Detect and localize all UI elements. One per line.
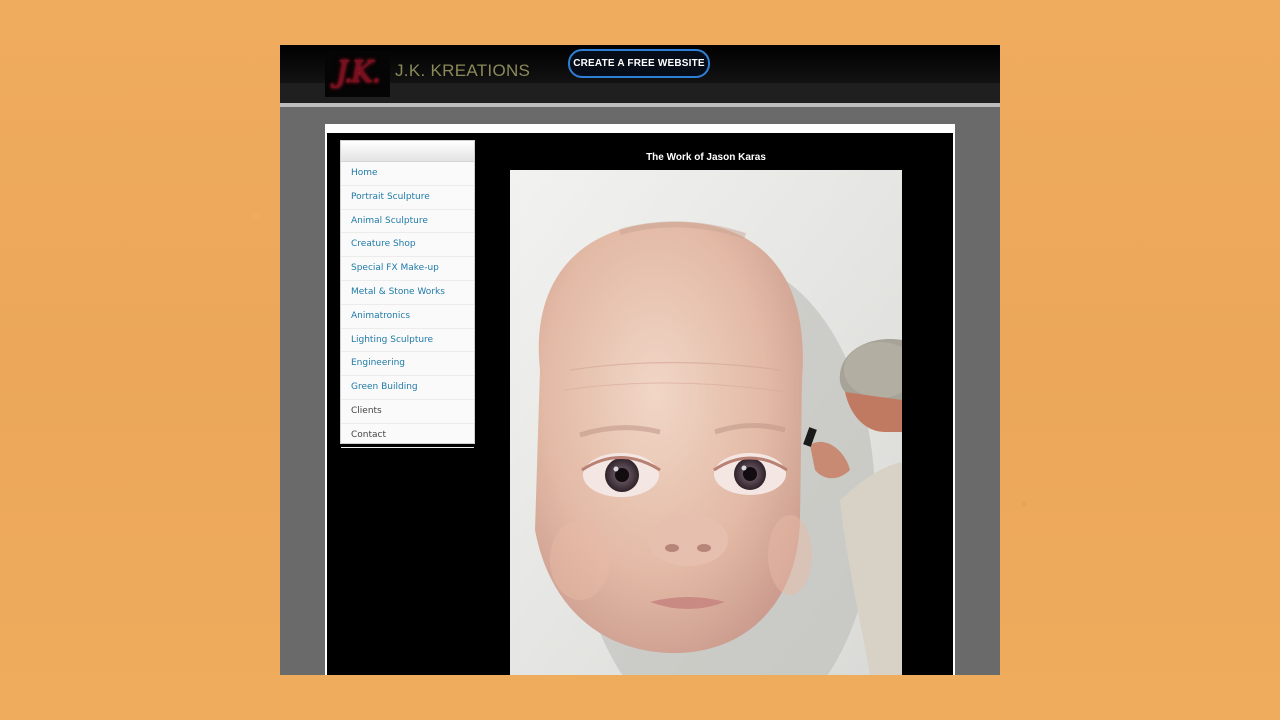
nav-item-clients[interactable]: Clients <box>341 400 474 424</box>
logo-mark: J.K. <box>335 55 381 90</box>
nav-item-portrait-sculpture[interactable]: Portrait Sculpture <box>341 186 474 210</box>
brand-name[interactable]: J.K. KREATIONS <box>395 61 530 81</box>
sidebar-nav: Home Portrait Sculpture Animal Sculpture… <box>340 140 475 448</box>
nav-item-animal-sculpture[interactable]: Animal Sculpture <box>341 210 474 234</box>
nav-item-contact[interactable]: Contact <box>341 424 474 448</box>
nav-item-home[interactable]: Home <box>341 162 474 186</box>
nav-header <box>341 141 474 162</box>
nav-item-lighting-sculpture[interactable]: Lighting Sculpture <box>341 329 474 353</box>
nav-item-creature-shop[interactable]: Creature Shop <box>341 233 474 258</box>
nav-item-green-building[interactable]: Green Building <box>341 376 474 400</box>
logo[interactable]: J.K. <box>325 51 390 97</box>
nav-item-engineering[interactable]: Engineering <box>341 352 474 377</box>
site-header: J.K. J.K. KREATIONS CREATE A FREE WEBSIT… <box>280 45 1000 103</box>
nav-item-animatronics[interactable]: Animatronics <box>341 305 474 329</box>
create-free-website-button[interactable]: CREATE A FREE WEBSITE <box>568 49 710 78</box>
nav-item-metal-stone-works[interactable]: Metal & Stone Works <box>341 281 474 305</box>
page-title: The Work of Jason Karas <box>646 152 766 163</box>
website-frame: J.K. J.K. KREATIONS CREATE A FREE WEBSIT… <box>280 45 1000 675</box>
page-container: Home Portrait Sculpture Animal Sculpture… <box>325 124 955 675</box>
sculpture-photo <box>510 170 902 675</box>
nav-item-special-fx-makeup[interactable]: Special FX Make-up <box>341 257 474 281</box>
header-divider <box>280 103 1000 107</box>
content-area: Home Portrait Sculpture Animal Sculpture… <box>327 133 953 675</box>
